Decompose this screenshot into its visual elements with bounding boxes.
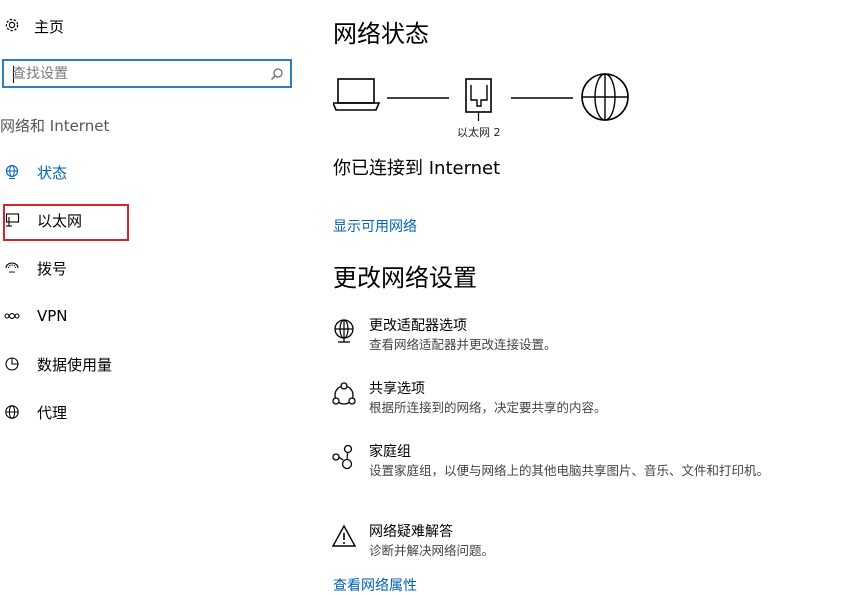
dialup-icon <box>4 260 20 276</box>
sidebar-item-vpn[interactable]: VPN <box>4 304 68 328</box>
gear-icon <box>4 17 20 37</box>
option-desc: 设置家庭组，以便与网络上的其他电脑共享图片、音乐、文件和打印机。 <box>369 463 770 478</box>
option-desc: 根据所连接到的网络，决定要共享的内容。 <box>369 400 607 415</box>
sidebar-item-proxy[interactable]: 代理 <box>4 400 67 424</box>
sidebar-item-label: 代理 <box>37 403 68 422</box>
show-networks-link[interactable]: 显示可用网络 <box>333 216 417 236</box>
network-properties-link[interactable]: 查看网络属性 <box>333 575 417 595</box>
search-box[interactable] <box>2 59 292 88</box>
change-settings-title: 更改网络设置 <box>333 264 477 292</box>
warning-icon <box>331 523 359 551</box>
option-desc: 查看网络适配器并更改连接设置。 <box>369 337 557 352</box>
option-troubleshoot[interactable]: 网络疑难解答 诊断并解决网络问题。 <box>331 523 831 560</box>
option-homegroup[interactable]: 家庭组 设置家庭组，以便与网络上的其他电脑共享图片、音乐、文件和打印机。 <box>331 443 831 480</box>
ethernet-label: 以太网 2 <box>457 126 501 139</box>
vpn-icon <box>4 308 20 324</box>
connection-status-text: 你已连接到 Internet <box>333 158 501 179</box>
globe-icon <box>4 404 20 420</box>
option-desc: 诊断并解决网络问题。 <box>369 543 495 558</box>
option-adapter[interactable]: 更改适配器选项 查看网络适配器并更改连接设置。 <box>331 317 831 354</box>
sidebar-item-data-usage[interactable]: 数据使用量 <box>4 352 112 376</box>
pie-chart-icon <box>4 356 20 372</box>
laptop-icon <box>331 78 381 111</box>
page-title: 网络状态 <box>333 20 429 48</box>
globe-monitor-icon <box>4 164 20 180</box>
option-title: 更改适配器选项 <box>369 318 467 334</box>
sharing-icon <box>331 380 359 408</box>
internet-globe-icon <box>581 73 629 121</box>
sidebar-item-label: 拨号 <box>37 259 68 278</box>
highlight-box <box>3 204 129 241</box>
adapter-globe-icon <box>331 317 359 345</box>
option-title: 网络疑难解答 <box>369 524 453 540</box>
option-sharing[interactable]: 共享选项 根据所连接到的网络，决定要共享的内容。 <box>331 380 831 417</box>
search-input[interactable] <box>12 65 262 83</box>
home-nav-item[interactable]: 主页 <box>4 16 64 37</box>
sidebar-item-label: VPN <box>37 307 68 325</box>
option-title: 家庭组 <box>369 444 411 460</box>
homegroup-icon <box>331 443 359 471</box>
ethernet-port-icon <box>465 78 492 121</box>
option-title: 共享选项 <box>369 381 425 397</box>
sidebar-item-status[interactable]: 状态 <box>4 160 67 184</box>
sidebar-item-label: 数据使用量 <box>37 355 113 374</box>
section-title: 网络和 Internet <box>0 117 110 135</box>
search-icon[interactable] <box>270 66 284 85</box>
sidebar-item-label: 状态 <box>37 163 68 182</box>
sidebar-item-dialup[interactable]: 拨号 <box>4 256 67 280</box>
home-label: 主页 <box>34 18 65 36</box>
